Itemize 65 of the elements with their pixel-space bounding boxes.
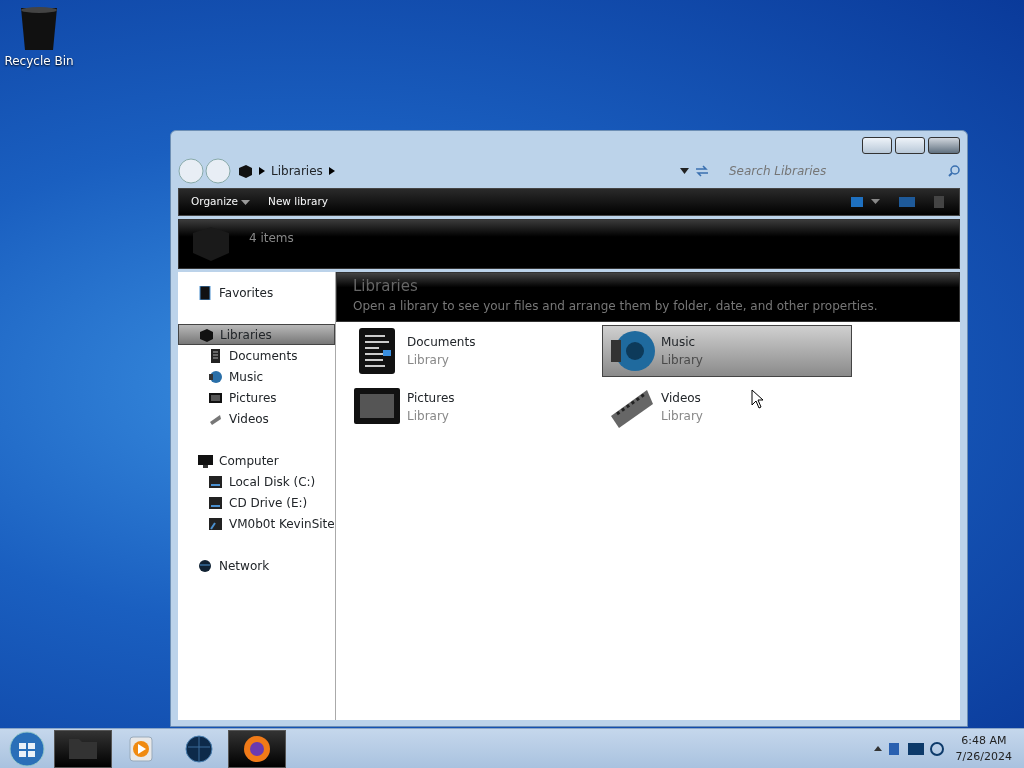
monitor-icon[interactable] — [907, 742, 924, 755]
navigation-item[interactable]: Local Disk (C:) — [178, 471, 335, 492]
navigation-item[interactable]: Music — [178, 366, 335, 387]
navigation-item[interactable]: Documents — [178, 345, 335, 366]
clock[interactable]: 6:48 AM 7/26/2024 — [955, 733, 1012, 764]
desktop-icon-label[interactable]: Recycle Bin — [4, 52, 74, 70]
mouse-cursor-icon — [751, 389, 765, 409]
clock-time: 6:48 AM — [960, 733, 1008, 749]
clock-date: 7/26/2024 — [955, 748, 1012, 764]
search-icon[interactable] — [948, 165, 960, 177]
drive-icon — [208, 474, 223, 489]
navigation-item[interactable]: Libraries — [178, 324, 335, 345]
globe-icon — [198, 558, 213, 573]
navigation-item[interactable]: Computer — [178, 450, 335, 471]
navigation-item[interactable]: Videos — [178, 408, 335, 429]
drive-icon — [208, 495, 223, 510]
taskbar-button[interactable] — [228, 729, 286, 768]
navigation-item[interactable]: Pictures — [178, 387, 335, 408]
library-item[interactable]: Music Library — [602, 325, 852, 377]
search-field[interactable]: Search Libraries — [727, 161, 942, 181]
taskbar-button[interactable] — [54, 729, 112, 768]
view-options-icon[interactable] — [851, 196, 881, 208]
library-name: Pictures — [407, 390, 455, 407]
folder-icon — [69, 738, 97, 759]
minimize-button[interactable] — [862, 137, 892, 154]
maximize-button[interactable] — [895, 137, 925, 154]
refresh-icon[interactable] — [695, 165, 709, 177]
navigation-item[interactable]: Favorites — [178, 282, 335, 303]
library-icon — [238, 164, 253, 178]
chevron-up-icon[interactable] — [873, 746, 882, 751]
toolbar-button[interactable]: Organize — [191, 194, 251, 210]
library-name: Music — [661, 334, 697, 351]
navigation-item[interactable]: Network — [178, 555, 335, 576]
picture-icon — [208, 390, 223, 405]
navigation-item[interactable]: VM0b0t KevinSite — [178, 513, 335, 534]
library-name: Documents — [407, 334, 476, 351]
library-type: Library — [407, 408, 450, 425]
dropdown-arrow-icon[interactable] — [680, 168, 689, 174]
item-count: 4 items — [249, 230, 294, 247]
toolbar-button[interactable]: New library — [268, 194, 329, 210]
breadcrumb-segment[interactable]: Libraries — [271, 162, 323, 180]
trash-bin-icon — [19, 6, 59, 52]
windows-logo-icon — [9, 730, 45, 767]
monitor-icon — [198, 453, 213, 468]
caret-icon — [241, 199, 251, 205]
library-item[interactable]: Pictures Library — [348, 381, 598, 433]
favorites-icon — [198, 285, 213, 300]
content-title: Libraries — [353, 279, 419, 294]
globe-icon — [184, 734, 214, 763]
library-icon — [199, 327, 214, 342]
library-type: Library — [661, 352, 703, 369]
library-item[interactable]: Videos Library — [602, 381, 852, 433]
preview-pane-icon[interactable] — [899, 196, 915, 208]
content-description: Open a library to see your files and arrange them by folder, date, and other properties. — [353, 298, 879, 315]
chevron-right-icon — [328, 167, 335, 175]
play-icon — [126, 734, 156, 763]
close-button[interactable] — [928, 137, 960, 154]
library-type: Library — [661, 408, 703, 425]
navigation-item[interactable]: CD Drive (E:) — [178, 492, 335, 513]
network-drive-icon — [208, 516, 223, 531]
library-item[interactable]: Documents Library — [348, 325, 598, 377]
document-icon — [208, 348, 223, 363]
library-type: Library — [407, 352, 450, 369]
library-name: Videos — [661, 390, 702, 407]
chevron-right-icon — [259, 167, 265, 175]
